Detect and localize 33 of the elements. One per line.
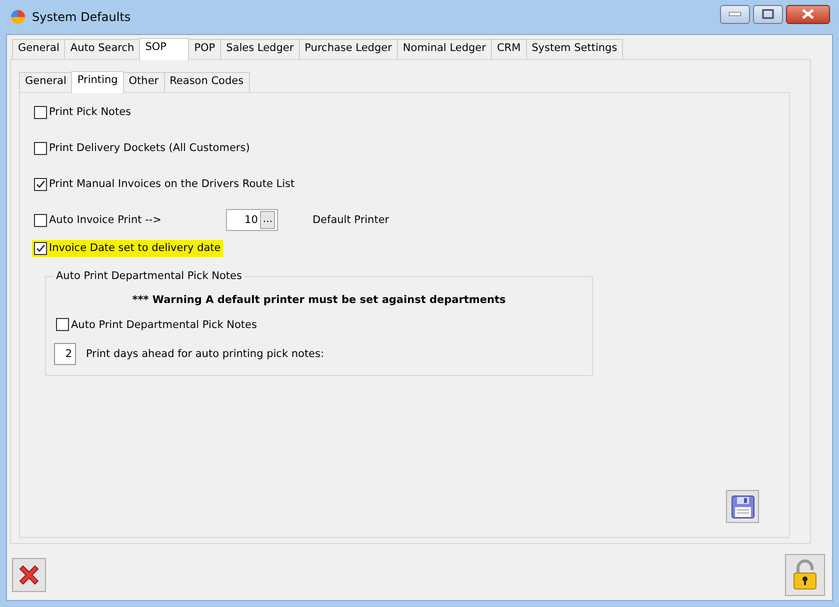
close-button[interactable] — [786, 4, 830, 24]
days-label: Print days ahead for auto printing pick notes: — [86, 348, 324, 360]
unlock-button[interactable] — [785, 554, 825, 596]
close-icon — [801, 9, 815, 19]
checkmark-icon — [35, 242, 46, 254]
checkbox-option[interactable]: Print Pick Notes — [32, 104, 134, 120]
checkbox-option[interactable]: Auto Invoice Print --> — [32, 212, 164, 228]
cancel-button[interactable] — [12, 558, 46, 592]
maximize-icon — [762, 9, 774, 19]
checkbox-option[interactable]: Print Delivery Dockets (All Customers) — [32, 140, 252, 156]
padlock-icon — [791, 558, 819, 590]
tab[interactable]: Reason Codes — [164, 72, 250, 92]
browse-button[interactable]: ... — [260, 211, 276, 229]
checkmark-icon — [35, 178, 46, 190]
tab[interactable]: System Settings — [526, 39, 624, 59]
window-title: System Defaults — [32, 10, 131, 24]
warning-text: *** Warning A default printer must be set against departments — [131, 294, 507, 306]
app-logo-icon — [10, 9, 26, 25]
printer-label: Default Printer — [312, 214, 390, 226]
tab[interactable]: General — [19, 72, 72, 92]
checkbox-option[interactable]: Auto Print Departmental Pick Notes — [54, 316, 259, 333]
days-field[interactable]: 2 — [54, 343, 76, 365]
save-button[interactable] — [726, 490, 759, 523]
number-field[interactable]: 10 ... — [226, 209, 278, 231]
checkbox-option[interactable]: Print Manual Invoices on the Drivers Route List — [32, 176, 297, 192]
group-title: Auto Print Departmental Pick Notes — [54, 270, 244, 282]
tab[interactable]: Printing — [71, 71, 124, 93]
tab[interactable]: General — [12, 39, 66, 59]
maximize-button[interactable] — [753, 4, 783, 24]
minimize-icon — [729, 12, 741, 16]
tab[interactable]: SOP — [139, 38, 190, 60]
checkbox-option[interactable]: Invoice Date set to delivery date — [32, 240, 223, 256]
minimize-button[interactable] — [720, 4, 750, 24]
